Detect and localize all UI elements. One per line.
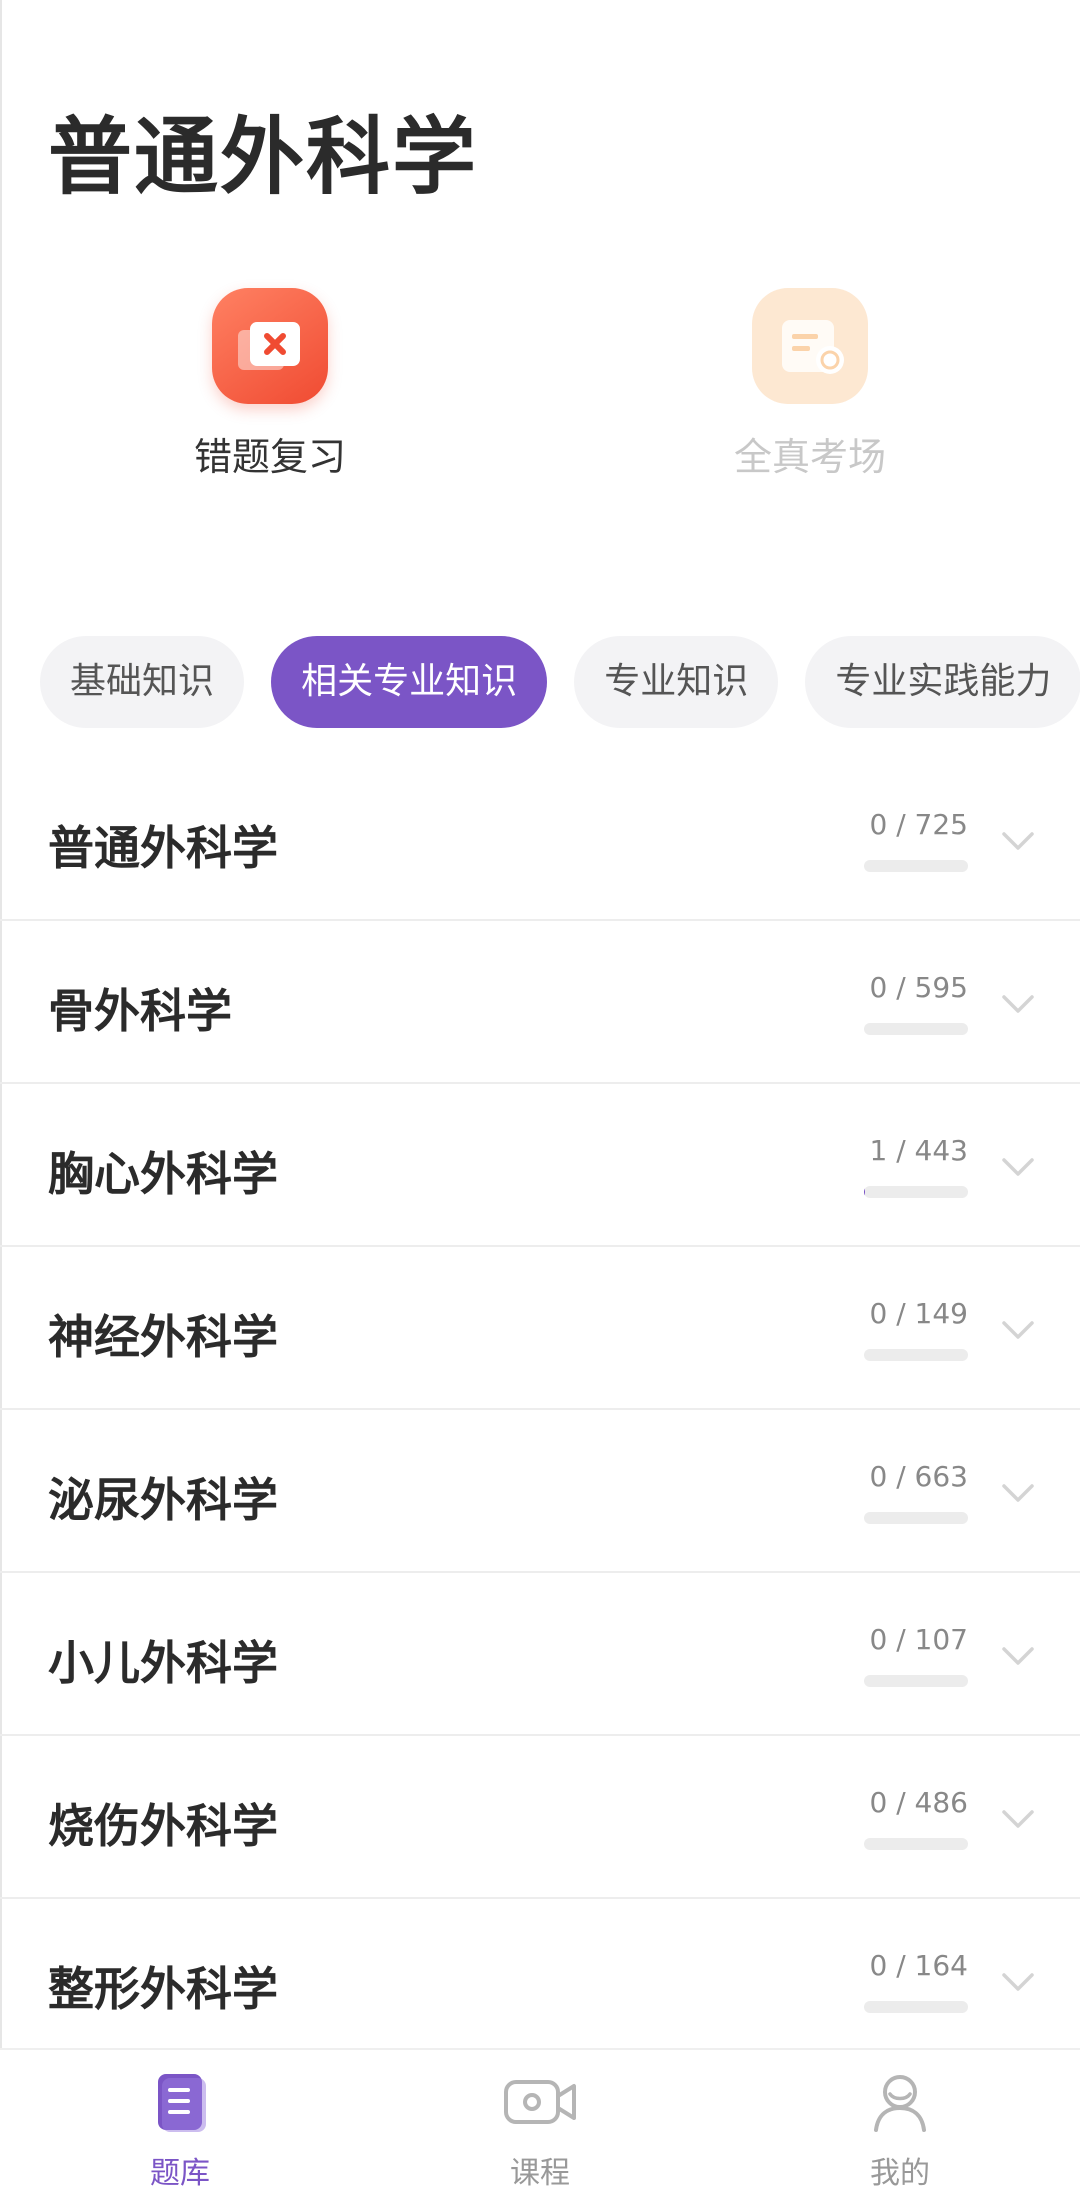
exam-paper-icon: [752, 288, 868, 404]
tab-professional-practice[interactable]: 专业实践能力: [805, 636, 1080, 728]
tab-related-knowledge[interactable]: 相关专业知识: [271, 636, 547, 728]
chevron-down-icon[interactable]: [996, 1144, 1040, 1188]
mock-exam-button[interactable]: 全真考场: [660, 288, 960, 481]
progress-bar: [864, 1186, 968, 1198]
subject-row[interactable]: 整形外科学 0 / 164: [0, 1899, 1080, 2062]
chevron-down-icon[interactable]: [996, 818, 1040, 862]
subject-name: 神经外科学: [48, 1301, 278, 1367]
subject-row[interactable]: 泌尿外科学 0 / 663: [0, 1410, 1080, 1573]
progress-bar: [864, 2001, 968, 2013]
user-profile-icon: [868, 2070, 932, 2134]
subject-row[interactable]: 胸心外科学 1 / 443: [0, 1084, 1080, 1247]
bottom-navigation: 题库 课程 我的: [0, 2048, 1080, 2196]
chevron-down-icon[interactable]: [996, 981, 1040, 1025]
category-tabs: 基础知识 相关专业知识 专业知识 专业实践能力: [40, 636, 1080, 728]
nav-question-bank-label: 题库: [80, 2148, 280, 2192]
chevron-down-icon[interactable]: [996, 1796, 1040, 1840]
chevron-down-icon[interactable]: [996, 1633, 1040, 1677]
subject-name: 烧伤外科学: [48, 1790, 278, 1856]
subject-row[interactable]: 烧伤外科学 0 / 486: [0, 1736, 1080, 1899]
progress-bar: [864, 1675, 968, 1687]
nav-course-label: 课程: [440, 2148, 640, 2192]
progress-count: 0 / 149: [870, 1297, 969, 1330]
subject-row[interactable]: 神经外科学 0 / 149: [0, 1247, 1080, 1410]
subject-name: 胸心外科学: [48, 1138, 278, 1204]
progress-count: 1 / 443: [870, 1134, 969, 1167]
subject-list: 普通外科学 0 / 725 骨外科学 0 / 595 胸心外科学 1 / 443…: [0, 758, 1080, 2062]
nav-question-bank[interactable]: 题库: [80, 2070, 280, 2192]
tab-basic-knowledge[interactable]: 基础知识: [40, 636, 244, 728]
tab-professional-knowledge[interactable]: 专业知识: [574, 636, 778, 728]
subject-row[interactable]: 小儿外科学 0 / 107: [0, 1573, 1080, 1736]
subject-name: 整形外科学: [48, 1953, 278, 2019]
wrong-answer-review-label: 错题复习: [120, 426, 420, 481]
progress-count: 0 / 663: [870, 1460, 969, 1493]
progress-count: 0 / 725: [870, 808, 969, 841]
subject-name: 普通外科学: [48, 812, 278, 878]
subject-name: 泌尿外科学: [48, 1464, 278, 1530]
subject-row[interactable]: 骨外科学 0 / 595: [0, 921, 1080, 1084]
progress-count: 0 / 164: [870, 1949, 969, 1982]
progress-bar: [864, 1838, 968, 1850]
nav-mine[interactable]: 我的: [800, 2070, 1000, 2192]
page-title: 普通外科学: [48, 90, 478, 211]
mock-exam-label: 全真考场: [660, 426, 960, 481]
wrong-answer-review-button[interactable]: 错题复习: [120, 288, 420, 481]
chevron-down-icon[interactable]: [996, 1470, 1040, 1514]
chevron-down-icon[interactable]: [996, 1307, 1040, 1351]
chevron-down-icon[interactable]: [996, 1959, 1040, 2003]
progress-bar: [864, 860, 968, 872]
wrong-answer-icon: [212, 288, 328, 404]
progress-bar: [864, 1023, 968, 1035]
subject-name: 小儿外科学: [48, 1627, 278, 1693]
video-camera-icon: [500, 2070, 580, 2134]
nav-course[interactable]: 课程: [440, 2070, 640, 2192]
progress-bar: [864, 1349, 968, 1361]
progress-count: 0 / 107: [870, 1623, 969, 1656]
subject-row[interactable]: 普通外科学 0 / 725: [0, 758, 1080, 921]
progress-count: 0 / 486: [870, 1786, 969, 1819]
progress-bar: [864, 1512, 968, 1524]
subject-name: 骨外科学: [48, 975, 232, 1041]
question-bank-icon: [148, 2070, 212, 2134]
nav-mine-label: 我的: [800, 2148, 1000, 2192]
progress-count: 0 / 595: [870, 971, 969, 1004]
